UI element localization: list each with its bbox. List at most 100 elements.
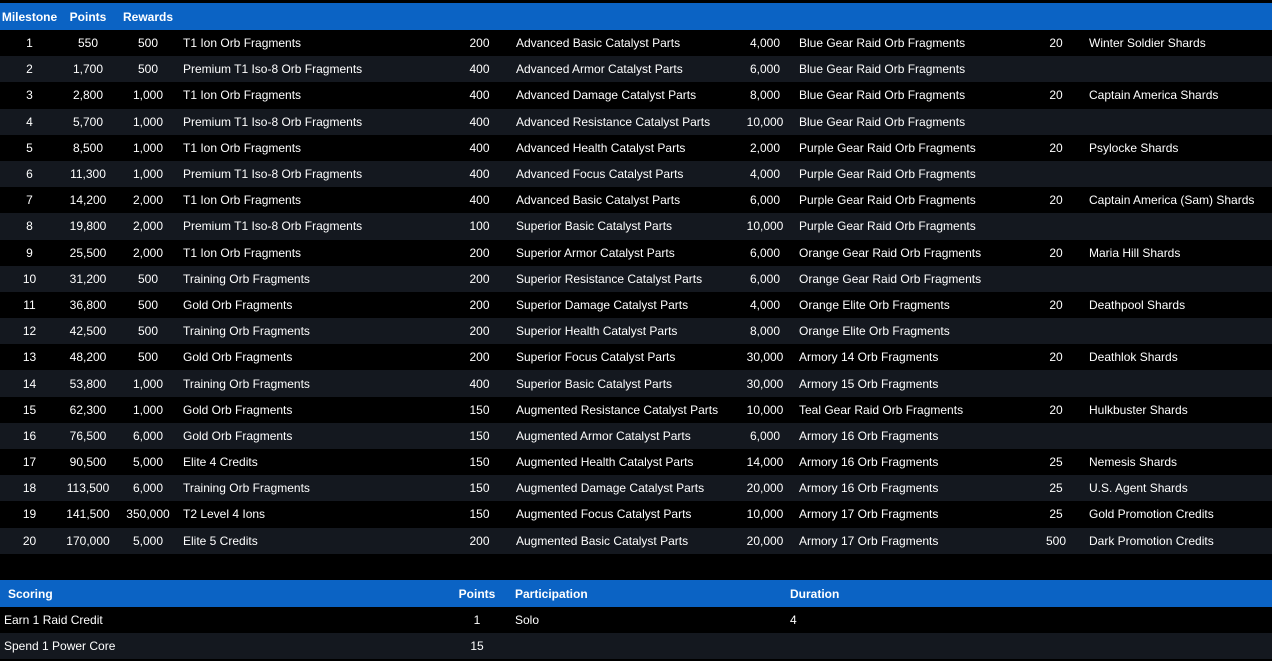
reward1-qty-cell: 500 (117, 318, 179, 345)
reward3-qty-cell: 30,000 (735, 370, 795, 397)
scoring-header-row: Scoring Points Participation Duration (0, 580, 1272, 607)
reward4-name-cell (1085, 422, 1272, 449)
milestone-cell: 18 (0, 475, 59, 502)
reward3-name-cell: Armory 17 Orb Fragments (795, 527, 1027, 554)
milestone-cell: 20 (0, 527, 59, 554)
reward3-qty-cell: 30,000 (735, 344, 795, 371)
reward4-qty-cell: 20 (1027, 344, 1085, 371)
reward3-qty-cell: 6,000 (735, 265, 795, 292)
reward3-name-cell: Orange Gear Raid Orb Fragments (795, 239, 1027, 266)
reward1-qty-cell: 500 (117, 30, 179, 57)
reward3-qty-cell: 2,000 (735, 134, 795, 161)
reward1-name-cell: Training Orb Fragments (179, 265, 447, 292)
reward2-qty-cell: 400 (447, 187, 512, 214)
reward1-name-cell: T1 Ion Orb Fragments (179, 239, 447, 266)
reward4-name-cell (1085, 160, 1272, 188)
reward2-name-cell: Superior Health Catalyst Parts (512, 318, 735, 345)
reward3-qty-cell: 6,000 (735, 187, 795, 214)
reward4-qty-cell (1027, 318, 1085, 345)
reward2-qty-cell: 400 (447, 160, 512, 188)
reward2-qty-cell: 400 (447, 82, 512, 109)
scoring-duration-cell: 4 (790, 607, 1272, 634)
scoring-participation-cell: Solo (507, 607, 790, 634)
points-cell: 31,200 (59, 265, 117, 292)
reward1-name-cell: Gold Orb Fragments (179, 422, 447, 449)
milestone-cell: 13 (0, 344, 59, 371)
milestone-cell: 5 (0, 134, 59, 161)
milestone-row: 17 90,500 5,000 Elite 4 Credits 150 Augmented… (0, 449, 1272, 476)
reward1-name-cell: Premium T1 Iso-8 Orb Fragments (179, 213, 447, 240)
reward1-name-cell: Training Orb Fragments (179, 370, 447, 397)
reward1-name-cell: T1 Ion Orb Fragments (179, 187, 447, 214)
milestone-row: 8 19,800 2,000 Premium T1 Iso-8 Orb Fragmen… (0, 213, 1272, 240)
reward1-qty-cell: 1,000 (117, 108, 179, 135)
reward1-name-cell: Elite 5 Credits (179, 527, 447, 554)
reward2-qty-cell: 150 (447, 449, 512, 476)
reward2-qty-cell: 200 (447, 318, 512, 345)
reward4-name-cell: Hulkbuster Shards (1085, 396, 1272, 423)
reward4-qty-cell: 20 (1027, 82, 1085, 109)
reward2-name-cell: Advanced Health Catalyst Parts (512, 134, 735, 161)
reward2-name-cell: Advanced Focus Catalyst Parts (512, 160, 735, 188)
reward4-name-cell: Dark Promotion Credits (1085, 527, 1272, 554)
reward1-qty-cell: 1,000 (117, 396, 179, 423)
reward1-qty-cell: 350,000 (117, 501, 179, 528)
milestone-cell: 4 (0, 108, 59, 135)
reward4-name-cell: Maria Hill Shards (1085, 239, 1272, 266)
reward2-name-cell: Advanced Resistance Catalyst Parts (512, 108, 735, 135)
reward2-qty-cell: 100 (447, 213, 512, 240)
reward3-qty-cell: 8,000 (735, 318, 795, 345)
reward3-qty-cell: 6,000 (735, 239, 795, 266)
reward1-qty-cell: 6,000 (117, 422, 179, 449)
milestone-rewards-table: Milestone Points Rewards 1 550 500 T1 Ion O… (0, 3, 1272, 554)
reward1-name-cell: Elite 4 Credits (179, 449, 447, 476)
reward4-qty-cell (1027, 160, 1085, 188)
scoring-points-cell: 15 (447, 633, 507, 660)
reward3-name-cell: Armory 16 Orb Fragments (795, 449, 1027, 476)
points-cell: 14,200 (59, 187, 117, 214)
milestone-row: 6 11,300 1,000 Premium T1 Iso-8 Orb Fragmen… (0, 160, 1272, 188)
reward1-qty-cell: 500 (117, 56, 179, 83)
reward3-name-cell: Purple Gear Raid Orb Fragments (795, 187, 1027, 214)
scoring-row: Spend 1 Power Core 15 (0, 633, 1272, 660)
milestone-row: 14 53,800 1,000 Training Orb Fragments 400 Su… (0, 370, 1272, 397)
reward4-qty-cell (1027, 265, 1085, 292)
reward4-qty-cell (1027, 56, 1085, 83)
points-cell: 90,500 (59, 449, 117, 476)
reward4-name-cell: Captain America Shards (1085, 82, 1272, 109)
milestone-cell: 15 (0, 396, 59, 423)
reward4-name-cell: Deathpool Shards (1085, 291, 1272, 319)
reward3-qty-cell: 8,000 (735, 82, 795, 109)
reward2-name-cell: Augmented Resistance Catalyst Parts (512, 396, 735, 423)
milestone-cell: 16 (0, 422, 59, 449)
points-cell: 550 (59, 30, 117, 57)
scoring-participation-cell (507, 633, 790, 660)
milestone-cell: 2 (0, 56, 59, 83)
reward4-name-cell: Deathlok Shards (1085, 344, 1272, 371)
reward3-qty-cell: 4,000 (735, 30, 795, 57)
reward4-qty-cell: 500 (1027, 527, 1085, 554)
milestone-row: 2 1,700 500 Premium T1 Iso-8 Orb Fragments 4… (0, 56, 1272, 83)
reward4-qty-cell: 20 (1027, 30, 1085, 57)
reward2-qty-cell: 150 (447, 475, 512, 502)
milestone-row: 20 170,000 5,000 Elite 5 Credits 200 Augmente… (0, 527, 1272, 554)
milestone-row: 11 36,800 500 Gold Orb Fragments 200 Superior… (0, 291, 1272, 319)
milestone-cell: 12 (0, 318, 59, 345)
points-cell: 53,800 (59, 370, 117, 397)
milestone-cell: 10 (0, 265, 59, 292)
reward1-name-cell: T1 Ion Orb Fragments (179, 82, 447, 109)
milestone-row: 1 550 500 T1 Ion Orb Fragments 200 Advanced B… (0, 30, 1272, 57)
reward4-qty-cell: 25 (1027, 475, 1085, 502)
reward1-name-cell: Premium T1 Iso-8 Orb Fragments (179, 108, 447, 135)
milestone-row: 7 14,200 2,000 T1 Ion Orb Fragments 400 Advan… (0, 187, 1272, 214)
reward3-name-cell: Armory 16 Orb Fragments (795, 475, 1027, 502)
reward3-name-cell: Armory 17 Orb Fragments (795, 501, 1027, 528)
reward2-qty-cell: 150 (447, 422, 512, 449)
milestone-cell: 3 (0, 82, 59, 109)
reward2-name-cell: Augmented Armor Catalyst Parts (512, 422, 735, 449)
reward4-name-cell: Gold Promotion Credits (1085, 501, 1272, 528)
reward2-name-cell: Advanced Damage Catalyst Parts (512, 82, 735, 109)
reward4-name-cell (1085, 213, 1272, 240)
header-milestone: Milestone (0, 3, 59, 30)
reward2-name-cell: Superior Resistance Catalyst Parts (512, 265, 735, 292)
